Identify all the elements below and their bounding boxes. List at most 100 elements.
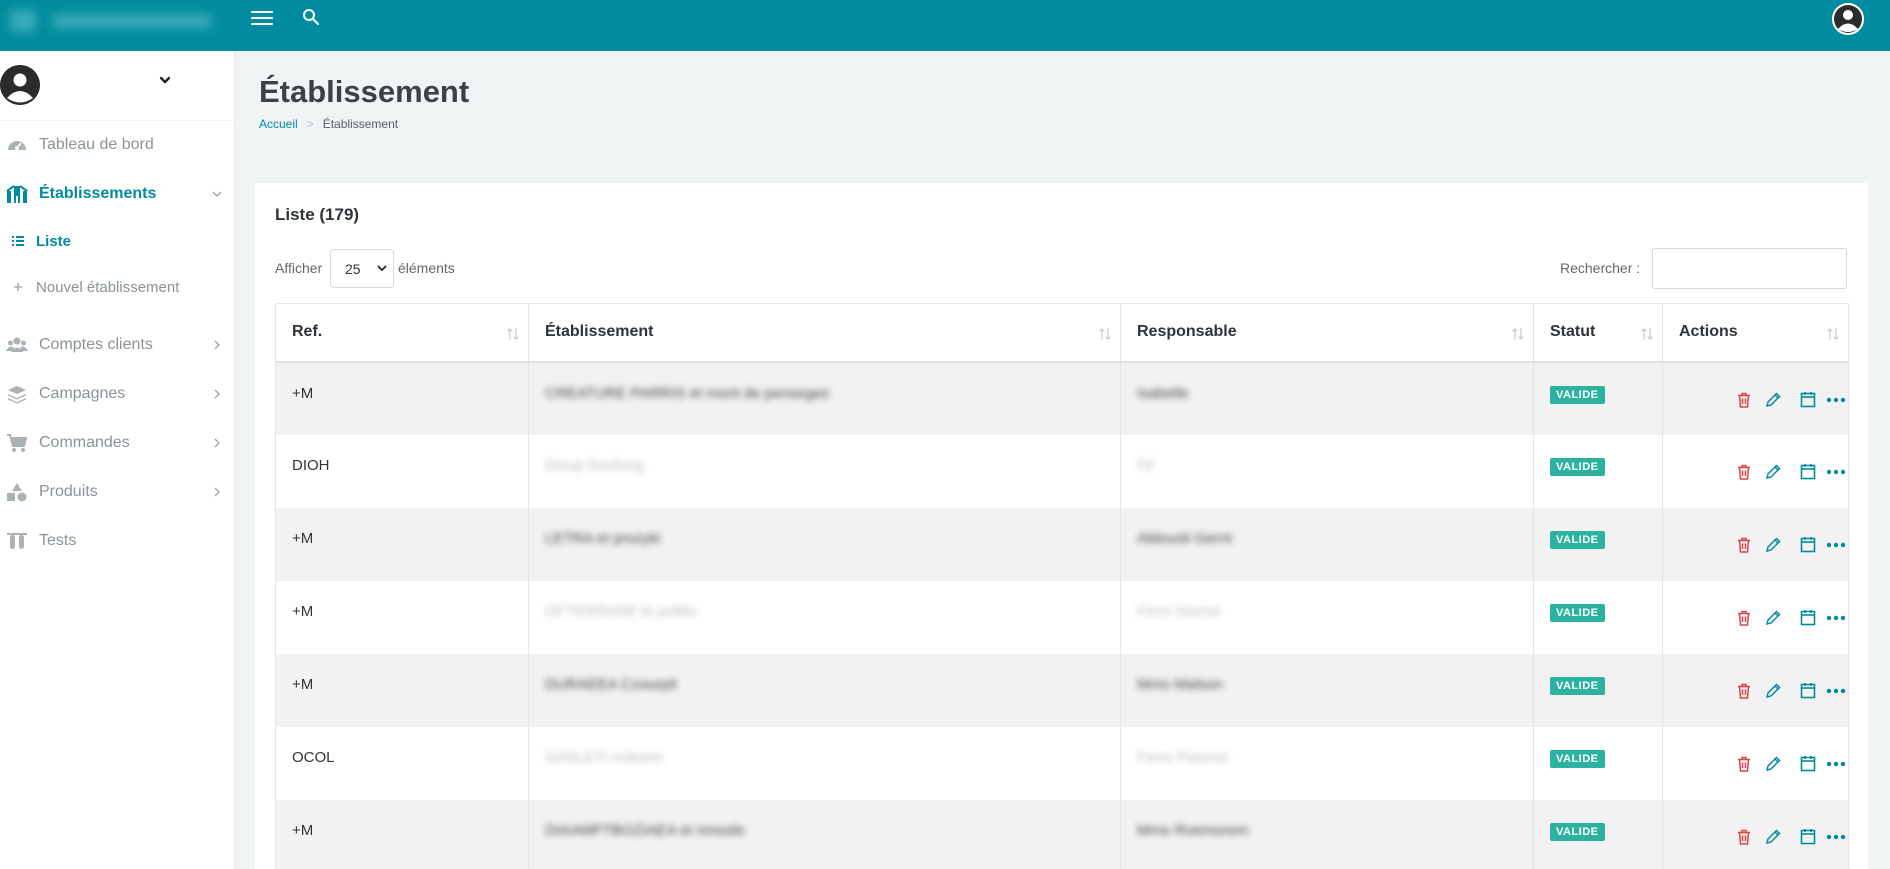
sort-icon xyxy=(507,328,519,340)
row-actions xyxy=(1679,530,1848,553)
calendar-icon[interactable] xyxy=(1799,828,1817,846)
sidebar-item-dashboard[interactable]: Tableau de bord xyxy=(0,125,234,165)
status-badge: VALIDE xyxy=(1550,749,1605,768)
search-input[interactable] xyxy=(1652,248,1847,289)
page-length-value: 25 xyxy=(345,261,361,277)
status-badge: VALIDE xyxy=(1550,457,1605,476)
breadcrumb: Accueil > Établissement xyxy=(259,117,398,131)
sidebar-subitem-nouvel-etablissement[interactable]: Nouvel établissement xyxy=(0,273,234,303)
table-row[interactable]: +M CREATURE PARRIS et mont de penseges Isa… xyxy=(275,361,1849,435)
column-header-actions[interactable]: Actions xyxy=(1662,303,1849,363)
pencil-icon[interactable] xyxy=(1764,536,1782,554)
more-icon[interactable] xyxy=(1825,463,1847,481)
ref-value: +M xyxy=(292,602,314,620)
page-length-select[interactable]: 25 xyxy=(330,249,394,288)
test-tubes-icon xyxy=(7,533,27,549)
cell-actions xyxy=(1662,434,1849,508)
calendar-icon[interactable] xyxy=(1799,682,1817,700)
length-suffix: éléments xyxy=(398,260,455,276)
sidebar-item-comptes-clients[interactable]: Comptes clients xyxy=(0,325,234,365)
cell-etablissement: Dioup Dunloug xyxy=(528,434,1121,508)
chevron-right-icon xyxy=(214,389,220,399)
trash-icon[interactable] xyxy=(1735,391,1753,409)
cell-statut: VALIDE xyxy=(1533,580,1663,654)
users-icon xyxy=(6,337,28,352)
trash-icon[interactable] xyxy=(1735,536,1753,554)
more-icon[interactable] xyxy=(1825,755,1847,773)
table-row[interactable]: OCOL SANLETI nolewm Ferre Paoroxi VALIDE xyxy=(275,726,1849,800)
sidebar-item-label: Tableau de bord xyxy=(39,136,154,153)
responsable-value: Ferre Paoroxi xyxy=(1137,748,1228,766)
trash-icon[interactable] xyxy=(1735,828,1753,846)
cell-etablissement: LETRA et prozyki xyxy=(528,507,1121,581)
search-icon[interactable] xyxy=(302,8,320,26)
row-actions xyxy=(1679,603,1848,626)
breadcrumb-current: Établissement xyxy=(322,117,399,131)
responsable-value: Mmo Roemorem xyxy=(1137,821,1249,839)
trash-icon[interactable] xyxy=(1735,609,1753,627)
search-label: Rechercher : xyxy=(1560,260,1641,276)
trash-icon[interactable] xyxy=(1735,463,1753,481)
cell-ref: +M xyxy=(275,361,529,435)
row-actions xyxy=(1679,457,1848,480)
more-icon[interactable] xyxy=(1825,609,1847,627)
calendar-icon[interactable] xyxy=(1799,463,1817,481)
sidebar-item-campagnes[interactable]: Campagnes xyxy=(0,374,234,414)
trash-icon[interactable] xyxy=(1735,755,1753,773)
column-header-ref[interactable]: Ref. xyxy=(275,303,529,363)
etablissement-value: OFTERRARE le politio xyxy=(545,602,697,620)
sidebar-item-commandes[interactable]: Commandes xyxy=(0,423,234,463)
cell-statut: VALIDE xyxy=(1533,361,1663,435)
cell-responsable: Isabelle xyxy=(1120,361,1534,435)
pencil-icon[interactable] xyxy=(1764,682,1782,700)
pencil-icon[interactable] xyxy=(1764,391,1782,409)
column-header-etablissement[interactable]: Établissement xyxy=(528,303,1121,363)
table-row[interactable]: +M DURAEEA Czourpit Mmo Malson VALIDE xyxy=(275,653,1849,727)
chevron-down-icon[interactable] xyxy=(158,73,172,87)
responsable-value: Mmo Malson xyxy=(1137,675,1223,693)
more-icon[interactable] xyxy=(1825,828,1847,846)
column-header-statut[interactable]: Statut xyxy=(1533,303,1663,363)
more-icon[interactable] xyxy=(1825,536,1847,554)
cell-ref: +M xyxy=(275,580,529,654)
pencil-icon[interactable] xyxy=(1764,463,1782,481)
user-avatar-icon[interactable] xyxy=(0,65,40,105)
table-row[interactable]: +M OFTERRARE le politio Ferm Derme VALIDE xyxy=(275,580,1849,654)
shapes-icon xyxy=(7,483,27,502)
cell-statut: VALIDE xyxy=(1533,799,1663,869)
cell-ref: DIOH xyxy=(275,434,529,508)
table-row[interactable]: +M LETRA et prozyki Aldousti Gernt VALIDE xyxy=(275,507,1849,581)
table-row[interactable]: DIOH Dioup Dunloug Fil VALIDE xyxy=(275,434,1849,508)
cart-icon xyxy=(7,434,28,452)
length-label: Afficher xyxy=(275,260,323,276)
breadcrumb-home-link[interactable]: Accueil xyxy=(259,117,298,131)
sidebar-item-label: Campagnes xyxy=(39,385,126,402)
sidebar-item-label: Établissements xyxy=(39,185,157,202)
trash-icon[interactable] xyxy=(1735,682,1753,700)
ref-value: +M xyxy=(292,675,314,693)
status-badge: VALIDE xyxy=(1550,530,1605,549)
sort-icon xyxy=(1641,328,1653,340)
ref-value: +M xyxy=(292,821,314,839)
sidebar: Tableau de bord Établissements Liste Nou… xyxy=(0,51,235,869)
calendar-icon[interactable] xyxy=(1799,536,1817,554)
user-avatar-icon[interactable] xyxy=(1832,3,1864,35)
sidebar-item-etablissements[interactable]: Établissements xyxy=(0,174,234,214)
pencil-icon[interactable] xyxy=(1764,609,1782,627)
hamburger-icon[interactable] xyxy=(251,11,273,27)
calendar-icon[interactable] xyxy=(1799,609,1817,627)
pencil-icon[interactable] xyxy=(1764,755,1782,773)
calendar-icon[interactable] xyxy=(1799,391,1817,409)
sidebar-item-label: Tests xyxy=(39,532,77,549)
sidebar-item-produits[interactable]: Produits xyxy=(0,472,234,512)
sidebar-item-tests[interactable]: Tests xyxy=(0,521,234,561)
calendar-icon[interactable] xyxy=(1799,755,1817,773)
column-header-label: Statut xyxy=(1550,323,1596,341)
more-icon[interactable] xyxy=(1825,391,1847,409)
column-header-responsable[interactable]: Responsable xyxy=(1120,303,1534,363)
sort-icon xyxy=(1827,328,1839,340)
table-row[interactable]: +M DIAAMPTBOZIAEA et mnosle Mmo Roemorem VA… xyxy=(275,799,1849,869)
more-icon[interactable] xyxy=(1825,682,1847,700)
sidebar-subitem-liste[interactable]: Liste xyxy=(0,227,234,257)
pencil-icon[interactable] xyxy=(1764,828,1782,846)
